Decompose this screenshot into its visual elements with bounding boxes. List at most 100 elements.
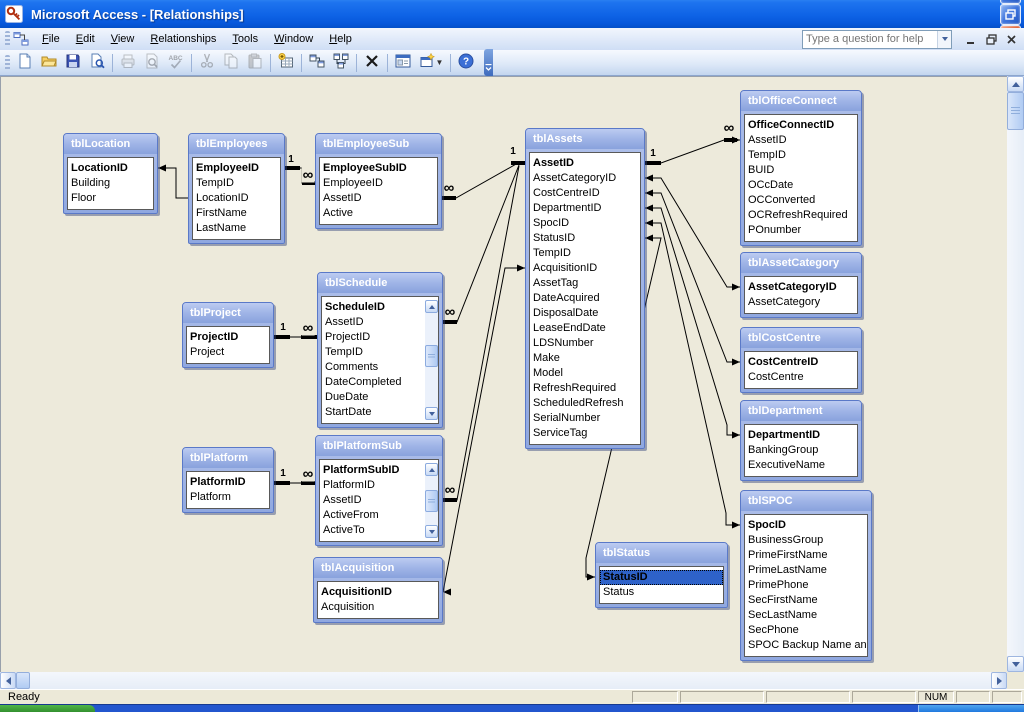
- menu-view[interactable]: View: [103, 30, 143, 48]
- table-header[interactable]: tblStatus: [596, 543, 727, 563]
- table-header[interactable]: tblAssets: [526, 129, 644, 149]
- relationship-line[interactable]: [645, 139, 740, 164]
- menu-file[interactable]: File: [34, 30, 68, 48]
- scroll-down-button[interactable]: [1007, 656, 1024, 672]
- table-tblEmployees[interactable]: tblEmployees EmployeeID TempID LocationID Fi…: [188, 133, 285, 244]
- table-tblAssets[interactable]: tblAssets AssetID AssetCategoryID CostCentr…: [525, 128, 645, 449]
- table-scroll-thumb[interactable]: [425, 344, 438, 367]
- new-object-button[interactable]: ▼: [415, 52, 447, 74]
- field-tblDepartment-ExecutiveName[interactable]: ExecutiveName: [745, 458, 857, 473]
- field-tblPlatform-Platform[interactable]: Platform: [187, 490, 269, 505]
- field-tblAssets-StatusID[interactable]: StatusID: [530, 231, 640, 246]
- field-tblStatus-StatusID[interactable]: StatusID: [600, 570, 723, 585]
- field-tblEmployees-EmployeeID[interactable]: EmployeeID: [193, 161, 280, 176]
- relationship-line[interactable]: [443, 165, 520, 501]
- table-scroll-track[interactable]: [425, 313, 438, 407]
- scroll-right-button[interactable]: [991, 672, 1007, 689]
- field-tblPlatformSub-PlatformID[interactable]: PlatformID: [320, 478, 424, 493]
- field-tblAssets-DisposalDate[interactable]: DisposalDate: [530, 306, 640, 321]
- scroll-left-button[interactable]: [0, 672, 16, 689]
- show-table-button[interactable]: [274, 52, 298, 74]
- field-tblAssets-SerialNumber[interactable]: SerialNumber: [530, 411, 640, 426]
- field-tblEmployeeSub-AssetID[interactable]: AssetID: [320, 191, 437, 206]
- minimize-button[interactable]: [1000, 0, 1021, 4]
- new-document-button[interactable]: [13, 52, 37, 74]
- table-tblDepartment[interactable]: tblDepartment DepartmentID BankingGroup Exe…: [740, 400, 862, 481]
- scroll-up-button[interactable]: [1007, 76, 1024, 92]
- field-tblAssetCategory-AssetCategory[interactable]: AssetCategory: [745, 295, 857, 310]
- table-header[interactable]: tblPlatformSub: [316, 436, 442, 456]
- field-tblOfficeConnect-TempID[interactable]: TempID: [745, 148, 857, 163]
- field-tblOfficeConnect-BUID[interactable]: BUID: [745, 163, 857, 178]
- table-header[interactable]: tblCostCentre: [741, 328, 861, 348]
- table-header[interactable]: tblSPOC: [741, 491, 871, 511]
- field-tblLocation-LocationID[interactable]: LocationID: [68, 161, 153, 176]
- field-tblAssets-AssetTag[interactable]: AssetTag: [530, 276, 640, 291]
- field-tblPlatform-PlatformID[interactable]: PlatformID: [187, 475, 269, 490]
- relationship-line[interactable]: [158, 167, 188, 199]
- question-input[interactable]: [803, 31, 937, 47]
- table-tblLocation[interactable]: tblLocation LocationID Building Floor: [63, 133, 158, 214]
- table-scrollbar[interactable]: [425, 463, 438, 538]
- restore-button[interactable]: [1000, 3, 1021, 25]
- field-tblAssetCategory-AssetCategoryID[interactable]: AssetCategoryID: [745, 280, 857, 295]
- table-header[interactable]: tblSchedule: [318, 273, 442, 293]
- table-header[interactable]: tblAssetCategory: [741, 253, 861, 273]
- field-tblEmployees-TempID[interactable]: TempID: [193, 176, 280, 191]
- field-tblEmployees-FirstName[interactable]: FirstName: [193, 206, 280, 221]
- show-all-relationships-button[interactable]: [329, 52, 353, 74]
- field-tblOfficeConnect-OCConverted[interactable]: OCConverted: [745, 193, 857, 208]
- table-tblCostCentre[interactable]: tblCostCentre CostCentreID CostCentre: [740, 327, 862, 393]
- show-direct-relationships-button[interactable]: [305, 52, 329, 74]
- relationship-line[interactable]: [645, 207, 740, 436]
- field-tblOfficeConnect-POnumber[interactable]: POnumber: [745, 223, 857, 238]
- relationship-line[interactable]: [645, 177, 740, 288]
- field-tblSPOC-SPOC-Backup-Name-and[interactable]: SPOC Backup Name and: [745, 638, 867, 653]
- field-tblAssets-AssetCategoryID[interactable]: AssetCategoryID: [530, 171, 640, 186]
- field-tblLocation-Building[interactable]: Building: [68, 176, 153, 191]
- field-tblSchedule-ScheduleID[interactable]: ScheduleID: [322, 300, 424, 315]
- field-tblAssets-ServiceTag[interactable]: ServiceTag: [530, 426, 640, 441]
- table-tblPlatform[interactable]: tblPlatform PlatformID Platform: [182, 447, 274, 513]
- field-tblOfficeConnect-AssetID[interactable]: AssetID: [745, 133, 857, 148]
- clear-layout-button[interactable]: [360, 52, 384, 74]
- vertical-scroll-track[interactable]: [1007, 92, 1024, 656]
- field-tblEmployees-LocationID[interactable]: LocationID: [193, 191, 280, 206]
- field-tblSPOC-BusinessGroup[interactable]: BusinessGroup: [745, 533, 867, 548]
- field-tblAssets-CostCentreID[interactable]: CostCentreID: [530, 186, 640, 201]
- database-window-button[interactable]: [391, 52, 415, 74]
- field-tblSchedule-DueDate[interactable]: DueDate: [322, 390, 424, 405]
- relationships-canvas[interactable]: 1 ∞ ∞ 1 ∞ ∞ 1 ∞ 1 ∞ 1 ∞ tblLocation LocationID Buildin…: [0, 76, 1007, 672]
- table-header[interactable]: tblOfficeConnect: [741, 91, 861, 111]
- field-tblSchedule-TempID[interactable]: TempID: [322, 345, 424, 360]
- table-header[interactable]: tblAcquisition: [314, 558, 442, 578]
- table-tblAssetCategory[interactable]: tblAssetCategory AssetCategoryID AssetCate…: [740, 252, 862, 318]
- table-header[interactable]: tblProject: [183, 303, 273, 323]
- field-tblAssets-DateAcquired[interactable]: DateAcquired: [530, 291, 640, 306]
- field-tblAssets-Make[interactable]: Make: [530, 351, 640, 366]
- field-tblSPOC-SpocID[interactable]: SpocID: [745, 518, 867, 533]
- table-header[interactable]: tblEmployeeSub: [316, 134, 441, 154]
- menu-help[interactable]: Help: [321, 30, 360, 48]
- field-tblSchedule-DateCompleted[interactable]: DateCompleted: [322, 375, 424, 390]
- start-button[interactable]: [0, 705, 95, 712]
- field-tblSPOC-PrimeLastName[interactable]: PrimeLastName: [745, 563, 867, 578]
- mdi-close-button[interactable]: [1002, 31, 1020, 47]
- field-tblAssets-TempID[interactable]: TempID: [530, 246, 640, 261]
- field-tblLocation-Floor[interactable]: Floor: [68, 191, 153, 206]
- field-tblAssets-ScheduledRefresh[interactable]: ScheduledRefresh: [530, 396, 640, 411]
- table-scroll-down-button[interactable]: [425, 525, 438, 538]
- table-scroll-up-button[interactable]: [425, 300, 438, 313]
- field-tblOfficeConnect-OfficeConnectID[interactable]: OfficeConnectID: [745, 118, 857, 133]
- table-header[interactable]: tblLocation: [64, 134, 157, 154]
- field-tblSchedule-StartDate[interactable]: StartDate: [322, 405, 424, 420]
- field-tblProject-ProjectID[interactable]: ProjectID: [187, 330, 269, 345]
- field-tblPlatformSub-AssetID[interactable]: AssetID: [320, 493, 424, 508]
- field-tblEmployeeSub-EmployeeID[interactable]: EmployeeID: [320, 176, 437, 191]
- menu-drag-handle[interactable]: [5, 31, 10, 47]
- toolbar-options-button[interactable]: [484, 49, 493, 76]
- relationship-line[interactable]: [645, 222, 740, 526]
- menu-edit[interactable]: Edit: [68, 30, 103, 48]
- field-tblAssets-DepartmentID[interactable]: DepartmentID: [530, 201, 640, 216]
- field-tblAssets-LeaseEndDate[interactable]: LeaseEndDate: [530, 321, 640, 336]
